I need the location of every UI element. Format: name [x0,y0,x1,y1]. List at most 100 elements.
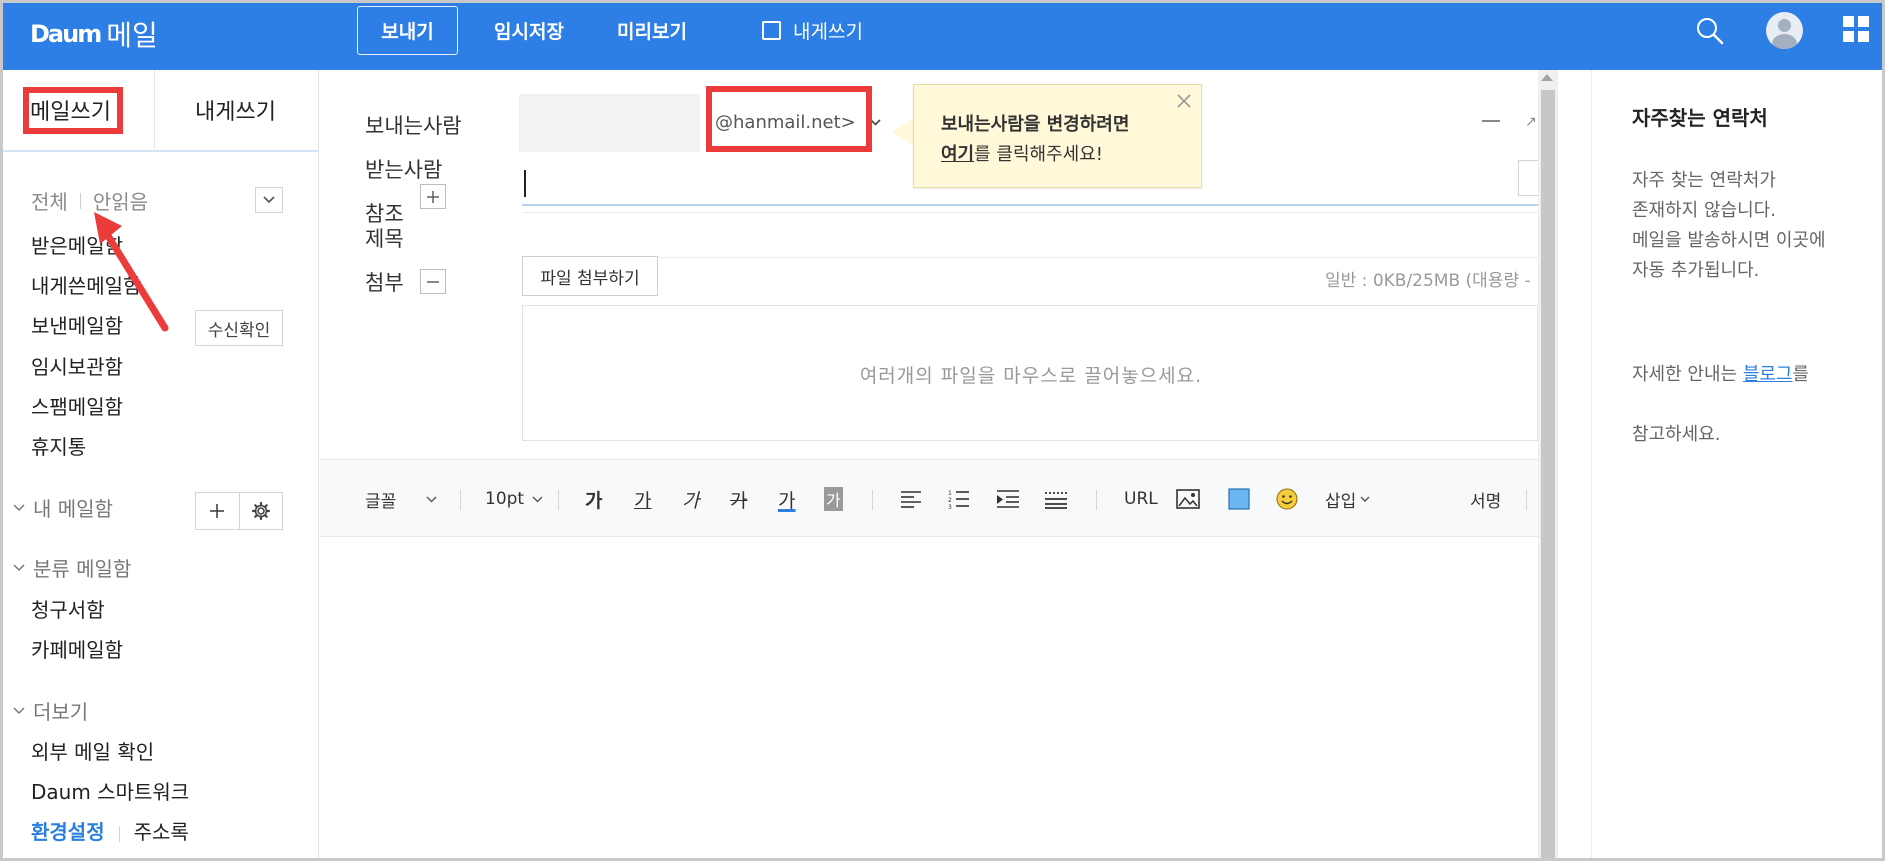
apps-grid-icon[interactable] [1843,16,1869,42]
emoji-icon [1276,488,1298,510]
folder-spam[interactable]: 스팸메일함 [31,391,123,420]
smartwork-link[interactable]: Daum 스마트워크 [31,776,189,805]
folder-trash[interactable]: 휴지통 [31,431,86,460]
filter-all[interactable]: 전체 [31,186,68,215]
avatar-icon[interactable] [1766,12,1803,49]
send-to-self-checkbox[interactable]: 내게쓰기 [762,6,863,55]
top-bar: Daum 메일 보내기 임시저장 미리보기 내게쓰기 [0,0,1885,70]
frequent-contacts-title: 자주찾는 연락처 [1632,106,1768,130]
annotation-highlight-write-tab [23,87,123,134]
send-button[interactable]: 보내기 [357,6,458,55]
compose-scrollbar[interactable] [1538,70,1558,861]
avatar-body [1772,34,1797,49]
align-button[interactable] [900,460,922,538]
gear-icon [251,501,270,521]
chevron-down-icon [1360,496,1370,502]
file-drop-zone[interactable]: 여러개의 파일을 마우스로 끌어놓으세요. [522,305,1538,441]
insert-image-button[interactable] [1176,460,1200,538]
plus-icon [210,504,225,518]
svg-text:1: 1 [948,490,952,497]
to-label: 받는사람 [365,158,443,182]
more-label: 더보기 [33,700,89,724]
sidebar-tabs: 메일쓰기 내게쓰기 [3,70,319,152]
to-input[interactable] [522,158,1538,206]
insert-url-button[interactable]: URL [1124,460,1158,538]
mail-body-editor[interactable] [320,538,1538,801]
svg-text:2: 2 [948,497,952,504]
help-text: 자세한 안내는 블로그를 참고하세요. [1632,330,1809,450]
list-button[interactable]: 123 [948,460,970,538]
my-mailboxes-section[interactable]: 내 메일함 [13,493,113,522]
svg-text:3: 3 [948,504,952,509]
read-receipt-button[interactable]: 수신확인 [195,310,283,346]
frequent-contacts-panel: 자주찾는 연락처 자주 찾는 연락처가 존재하지 않습니다. 메일을 발송하시면… [1591,70,1885,861]
toolbar-separator [872,490,873,510]
insert-box-button[interactable] [1228,460,1250,538]
daum-mail-logo[interactable]: Daum 메일 [30,14,158,54]
address-book-button[interactable] [1518,160,1538,196]
folder-bills[interactable]: 청구서함 [31,594,105,623]
daum-logo-text: Daum [30,20,102,48]
italic-button[interactable]: 가 [682,460,699,538]
insert-menu[interactable]: 삽입 [1325,460,1370,538]
strikethrough-button[interactable]: 가 [730,460,747,538]
editor-toolbar: 글꼴 10pt 가 가 가 가 가 가 123 URL 삽입 서명 [320,459,1538,537]
external-mail-link[interactable]: 외부 메일 확인 [31,736,154,765]
attach-collapse-button[interactable] [420,269,446,294]
scroll-up-icon[interactable] [1541,74,1553,81]
chevron-down-icon [13,503,25,511]
bg-color-glyph: 가 [824,487,843,511]
tab-write-to-self[interactable]: 내게쓰기 [195,94,276,126]
chevron-down-icon [263,196,275,204]
settings-link[interactable]: 환경설정 [31,820,105,844]
attach-file-button[interactable]: 파일 첨부하기 [522,256,658,296]
line-height-button[interactable] [1044,460,1068,538]
signature-button[interactable]: 서명 [1470,460,1501,538]
tab-divider [154,70,155,152]
compose-form: 보내는사람 @hanmail.net> 보내는사람을 변경하려면 여기를 클릭해… [320,70,1538,861]
folder-cafe-mail[interactable]: 카페메일함 [31,634,123,663]
expand-icon[interactable]: ↗ [1525,114,1537,130]
toolbar-separator [1096,490,1097,510]
mailbox-settings-button[interactable] [238,493,283,529]
font-color-button[interactable]: 가 [778,460,795,538]
preview-button[interactable]: 미리보기 [617,6,687,55]
avatar-head [1778,19,1791,32]
ordered-list-icon: 123 [948,490,969,509]
font-size-select[interactable]: 10pt [485,460,543,538]
add-mailbox-button[interactable] [196,493,239,529]
cc-expand-button[interactable] [420,184,446,209]
subject-underline[interactable] [522,257,1538,258]
address-book-link[interactable]: 주소록 [134,820,189,844]
indent-button[interactable] [996,460,1020,538]
filter-toggle-button[interactable] [255,187,283,213]
more-section[interactable]: 더보기 [13,696,88,725]
chevron-down-icon [532,496,543,502]
font-family-select[interactable]: 글꼴 [365,460,437,538]
toolbar-separator [1526,490,1527,510]
blog-link[interactable]: 블로그 [1743,364,1793,385]
sender-name-field[interactable] [519,94,700,152]
attach-label: 첨부 [365,271,404,295]
scroll-thumb[interactable] [1541,90,1555,861]
tooltip-line1: 보내는사람을 변경하려면 [941,114,1130,135]
bold-button[interactable]: 가 [585,460,602,538]
search-icon[interactable] [1694,15,1726,47]
send-to-self-label: 내게쓰기 [793,21,863,43]
close-icon[interactable] [1175,92,1193,110]
category-mailboxes-section[interactable]: 분류 메일함 [13,553,131,582]
plus-icon [427,190,439,203]
align-left-icon [901,491,921,508]
folder-drafts[interactable]: 임시보관함 [31,351,123,380]
mail-app-name: 메일 [106,19,158,52]
save-draft-button[interactable]: 임시저장 [494,6,564,55]
bg-color-button[interactable]: 가 [824,460,843,538]
underline-button[interactable]: 가 [634,460,651,538]
insert-emoji-button[interactable] [1276,460,1298,538]
insert-label: 삽입 [1325,491,1357,512]
minimize-icon[interactable] [1482,120,1500,122]
from-label: 보내는사람 [365,114,462,138]
attach-quota-info: 일반 : 0KB/25MB (대용량 - [1325,271,1531,291]
help-suffix: 를 [1792,364,1810,385]
cc-underline [522,212,1538,213]
